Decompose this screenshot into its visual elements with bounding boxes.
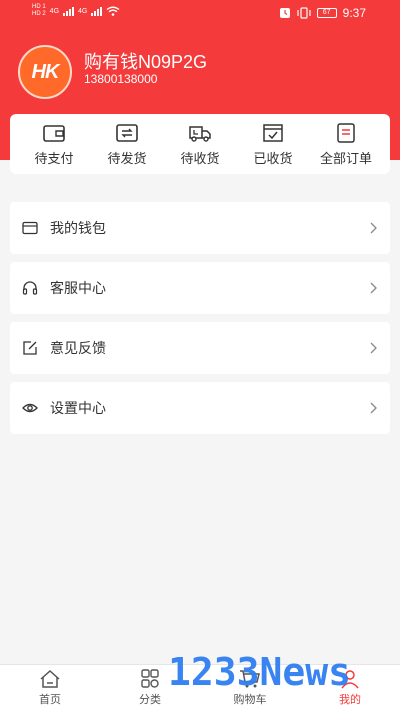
card-icon <box>22 221 38 235</box>
status-bar: HD 1 HD 2 4G 4G 67 9:37 <box>0 0 400 28</box>
order-label: 已收货 <box>253 150 293 166</box>
order-list-icon <box>337 122 355 143</box>
sim1-label: HD 1 <box>32 4 46 10</box>
truck-icon <box>189 125 211 142</box>
order-label: 待支付 <box>34 150 74 166</box>
username: 购有钱N09P2G <box>84 52 208 72</box>
order-pending-shipment[interactable]: 待发货 <box>95 114 159 174</box>
menu-item-label: 客服中心 <box>50 280 106 296</box>
tab-label: 我的 <box>339 694 361 706</box>
phone-number: 13800138000 <box>84 72 158 86</box>
menu-item-label: 我的钱包 <box>50 220 106 236</box>
chevron-right-icon <box>370 282 377 294</box>
signal-icon-2 <box>91 6 103 16</box>
bottom-tab-bar: 首页 分类 购物车 我的 <box>0 664 400 711</box>
headset-icon <box>22 281 38 295</box>
order-label: 待发货 <box>107 150 147 166</box>
tab-home[interactable]: 首页 <box>0 665 100 711</box>
tab-label: 分类 <box>139 694 161 706</box>
signal-indicators: HD 1 HD 2 4G 4G <box>32 4 120 18</box>
menu-item-label: 意见反馈 <box>50 340 106 356</box>
signal-icon <box>63 6 75 16</box>
tab-cart[interactable]: 购物车 <box>200 665 300 711</box>
order-received[interactable]: 已收货 <box>241 114 305 174</box>
chevron-right-icon <box>370 342 377 354</box>
user-icon <box>341 670 359 689</box>
order-label: 全部订单 <box>319 150 372 166</box>
menu-item-wallet[interactable]: 我的钱包 <box>10 202 390 254</box>
received-box-icon <box>263 123 283 142</box>
order-all[interactable]: 全部订单 <box>314 114 378 174</box>
menu-item-customer-service[interactable]: 客服中心 <box>10 262 390 314</box>
order-status-bar: 待支付 待发货 待收货 已收货 全部订单 <box>10 114 390 174</box>
wallet-icon <box>43 124 65 142</box>
avatar[interactable]: HK <box>18 45 72 99</box>
tab-category[interactable]: 分类 <box>100 665 200 711</box>
order-label: 待收货 <box>180 150 220 166</box>
edit-icon <box>23 341 37 355</box>
send-box-icon <box>116 123 138 142</box>
home-icon <box>40 669 60 688</box>
clock: 9:37 <box>342 6 366 20</box>
grid-icon <box>141 669 159 688</box>
menu-item-feedback[interactable]: 意见反馈 <box>10 322 390 374</box>
chevron-right-icon <box>370 402 377 414</box>
menu-item-settings[interactable]: 设置中心 <box>10 382 390 434</box>
menu-item-label: 设置中心 <box>50 400 106 416</box>
sim2-label: HD 2 <box>32 11 46 17</box>
tab-label: 购物车 <box>233 694 267 706</box>
sim-labels: HD 1 HD 2 <box>32 4 46 18</box>
order-pending-payment[interactable]: 待支付 <box>22 114 86 174</box>
battery-icon: 67 <box>316 8 337 18</box>
network-type-label: 4G <box>49 7 60 15</box>
vibrate-icon <box>297 7 311 19</box>
network-type-label-2: 4G <box>78 7 88 15</box>
wifi-icon <box>106 6 120 16</box>
tab-mine[interactable]: 我的 <box>300 665 400 711</box>
status-right: 67 9:37 <box>279 6 366 20</box>
eye-icon <box>22 403 38 413</box>
tab-label: 首页 <box>39 694 61 706</box>
avatar-logo: HK <box>31 60 60 83</box>
cart-icon <box>240 670 260 688</box>
alarm-icon <box>279 8 290 18</box>
order-pending-receipt[interactable]: 待收货 <box>168 114 232 174</box>
chevron-right-icon <box>370 222 377 234</box>
